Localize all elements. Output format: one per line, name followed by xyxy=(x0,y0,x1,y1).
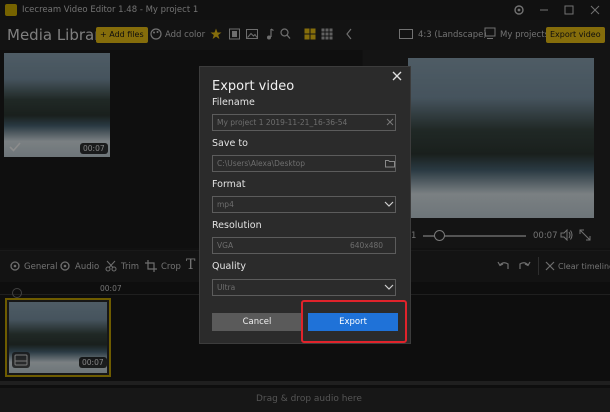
format-chevron-down-icon xyxy=(384,201,394,208)
folder-icon[interactable] xyxy=(385,159,395,168)
filename-label: Filename xyxy=(212,97,255,108)
save-to-input[interactable]: C:\Users\Alexa\Desktop xyxy=(212,155,396,172)
clear-input-icon[interactable] xyxy=(386,118,394,126)
format-select[interactable]: mp4 xyxy=(212,196,396,213)
save-to-label: Save to xyxy=(212,138,248,149)
quality-select[interactable]: Ultra xyxy=(212,279,396,296)
format-value: mp4 xyxy=(217,200,234,209)
cancel-button[interactable]: Cancel xyxy=(212,313,302,331)
resolution-value: VGA xyxy=(217,241,234,250)
filename-input[interactable]: My project 1 2019-11-21_16-36-54 xyxy=(212,114,396,131)
quality-chevron-down-icon xyxy=(384,284,394,291)
format-label: Format xyxy=(212,179,246,190)
quality-label: Quality xyxy=(212,261,246,272)
dialog-close-icon[interactable] xyxy=(392,71,402,81)
dialog-title: Export video xyxy=(212,79,295,94)
save-to-value: C:\Users\Alexa\Desktop xyxy=(217,159,306,168)
export-highlight-box xyxy=(301,300,407,343)
resolution-detail: 640x480 xyxy=(350,241,384,250)
resolution-label: Resolution xyxy=(212,220,262,231)
quality-value: Ultra xyxy=(217,283,236,292)
filename-value: My project 1 2019-11-21_16-36-54 xyxy=(217,118,348,127)
